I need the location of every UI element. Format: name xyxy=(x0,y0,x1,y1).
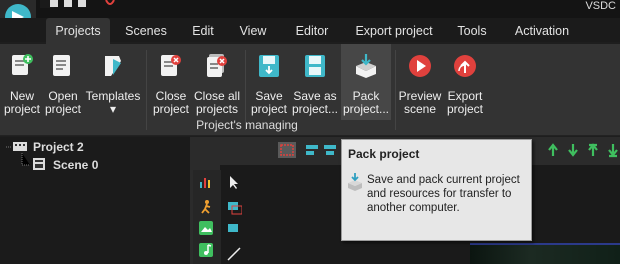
new-project-label: New project xyxy=(3,89,41,116)
pack-project-tooltip-icon xyxy=(348,173,362,191)
save-as-project-icon xyxy=(305,55,325,77)
tab-editor[interactable]: Editor xyxy=(288,18,336,44)
object-tools-column-2 xyxy=(227,176,242,261)
object-tools xyxy=(193,170,221,264)
tree-item-project[interactable]: Project 2 xyxy=(33,140,84,154)
app-title: VSDC xyxy=(585,0,616,12)
open-project-button[interactable]: Open project xyxy=(42,44,84,120)
ribbon-group-label: Project's managing xyxy=(196,118,298,132)
select-region-icon[interactable] xyxy=(277,141,297,159)
line-icon xyxy=(227,247,241,261)
pointer-icon xyxy=(230,176,238,189)
templates-button[interactable]: Templates ▾ xyxy=(84,44,142,120)
save-as-project-button[interactable]: Save as project... xyxy=(290,44,340,120)
new-project-icon xyxy=(12,54,33,75)
image-icon[interactable] xyxy=(198,220,214,236)
order-arrows-icon[interactable] xyxy=(547,142,620,158)
chart-icon[interactable] xyxy=(198,174,214,190)
tab-tools[interactable]: Tools xyxy=(452,18,492,44)
new-project-button[interactable]: New project xyxy=(2,44,42,120)
templates-label: Templates ▾ xyxy=(85,89,141,116)
quick-access-toolbar[interactable] xyxy=(50,0,130,10)
preview-scene-button[interactable]: Preview scene xyxy=(398,44,442,120)
export-project-label: Export project xyxy=(446,89,484,116)
close-all-projects-icon xyxy=(207,54,227,77)
close-project-label: Close project xyxy=(152,89,190,116)
tab-view[interactable]: View xyxy=(232,18,274,44)
close-project-button[interactable]: Close project xyxy=(150,44,192,120)
projects-explorer-panel: Project 2 Scene 0 xyxy=(0,137,190,264)
open-project-label: Open project xyxy=(44,89,82,116)
save-as-project-label: Save as project... xyxy=(291,89,339,116)
tab-activation[interactable]: Activation xyxy=(508,18,576,44)
tooltip-text: Save and pack current project and resour… xyxy=(367,174,520,214)
tab-projects[interactable]: Projects xyxy=(46,18,110,44)
shape-icon xyxy=(228,224,238,232)
pack-project-icon xyxy=(356,54,376,78)
export-project-button[interactable]: Export project xyxy=(443,44,487,120)
audio-icon[interactable] xyxy=(198,242,214,258)
pack-project-tooltip: Pack project Save and pack current proje… xyxy=(341,139,532,241)
preview-scene-icon xyxy=(409,55,431,77)
pack-project-label: Pack project... xyxy=(342,89,390,116)
close-all-projects-label: Close all projects xyxy=(193,89,241,116)
project-icon xyxy=(13,142,27,151)
save-project-label: Save project xyxy=(250,89,288,116)
align-center-icon[interactable] xyxy=(323,143,337,157)
tooltip-title: Pack project xyxy=(348,147,420,161)
tab-export-project[interactable]: Export project xyxy=(348,18,440,44)
ribbon: New project Open project Templates ▾ Clo… xyxy=(0,44,620,136)
close-project-icon xyxy=(161,55,181,76)
export-project-icon xyxy=(454,55,476,77)
save-project-button[interactable]: Save project xyxy=(248,44,290,120)
ribbon-separator xyxy=(395,50,396,130)
save-project-icon xyxy=(259,55,279,77)
templates-icon xyxy=(105,56,121,76)
tree-item-scene[interactable]: Scene 0 xyxy=(53,158,98,172)
align-left-icon[interactable] xyxy=(305,143,319,157)
tab-edit[interactable]: Edit xyxy=(186,18,220,44)
scene-icon xyxy=(33,158,45,170)
tab-scenes[interactable]: Scenes xyxy=(118,18,174,44)
animation-icon[interactable] xyxy=(198,199,214,215)
close-all-projects-button[interactable]: Close all projects xyxy=(192,44,242,120)
pack-project-button[interactable]: Pack project... xyxy=(341,44,391,120)
open-project-icon xyxy=(53,55,70,76)
scene-preview-image xyxy=(470,243,620,264)
preview-scene-label: Preview scene xyxy=(398,89,442,116)
